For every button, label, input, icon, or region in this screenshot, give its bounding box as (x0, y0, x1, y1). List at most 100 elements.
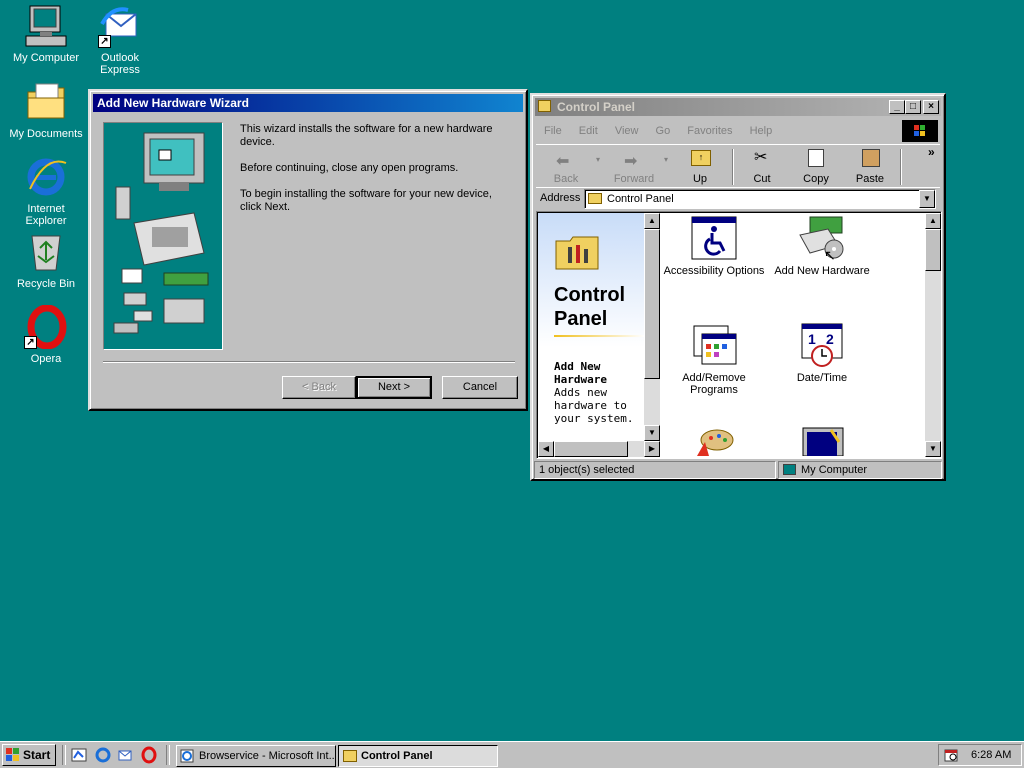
taskbar-item-label: Browservice - Microsoft Int... (199, 750, 336, 762)
taskbar-item-label: Control Panel (361, 750, 433, 762)
menu-favorites[interactable]: Favorites (687, 125, 732, 137)
desktop-icon-recycle-bin[interactable]: Recycle Bin (6, 230, 86, 290)
toolbar-label: Paste (855, 173, 885, 185)
desktop-icon-label: My Computer (12, 52, 80, 64)
desktop: { "desktop": { "icons": [ {"label": "My … (0, 0, 1024, 768)
control-panel-window-icon (538, 100, 551, 112)
taskbar-item-control-panel[interactable]: Control Panel (338, 745, 498, 767)
cp-item-label: Date/Time (796, 372, 848, 384)
up-toolbar-button[interactable]: ↑ Up (674, 145, 726, 189)
info-pane-title: Control Panel (554, 284, 626, 330)
address-field[interactable]: Control Panel ▼ (584, 189, 936, 209)
desktop-icon-my-computer[interactable]: My Computer (6, 4, 86, 64)
cp-item-accessibility-options[interactable]: Accessibility Options (659, 215, 769, 277)
svg-text:1: 1 (808, 331, 816, 347)
cp-item-add-new-hardware[interactable]: ↖ Add New Hardware (767, 215, 877, 277)
back-button[interactable]: < Back (282, 376, 356, 399)
copy-toolbar-button[interactable]: Copy (790, 145, 842, 189)
scroll-thumb[interactable] (925, 229, 941, 271)
info-pane-description: Adds new hardware to your system. (554, 386, 634, 425)
scroll-up-icon[interactable]: ▲ (925, 213, 941, 229)
cp-item-label: Add/Remove Programs (682, 372, 746, 396)
menu-go[interactable]: Go (656, 125, 671, 137)
opera-quicklaunch-icon[interactable] (140, 746, 158, 764)
info-pane-hscrollbar[interactable]: ◀ ▶ (538, 441, 660, 457)
desktop-icon-my-documents[interactable]: My Documents (6, 80, 86, 140)
control-panel-small-icon (343, 750, 357, 762)
control-panel-large-icon (554, 235, 600, 271)
close-button[interactable]: × (923, 100, 939, 114)
system-tray: 6:28 AM (938, 744, 1022, 766)
toolbar-separator (732, 149, 734, 185)
menu-file[interactable]: File (544, 125, 562, 137)
shortcut-arrow-icon: ↗ (98, 35, 111, 48)
cancel-button[interactable]: Cancel (442, 376, 518, 399)
display-icon[interactable] (695, 426, 735, 456)
copy-icon (808, 149, 824, 167)
control-panel-titlebar[interactable]: Control Panel _ □ × (535, 98, 941, 116)
taskbar-item-browservice[interactable]: Browservice - Microsoft Int... (176, 745, 336, 767)
toolbar-label: Up (692, 173, 708, 185)
cp-item-label: Add New Hardware (774, 265, 870, 277)
scroll-up-icon[interactable]: ▲ (644, 213, 660, 229)
scroll-thumb[interactable] (644, 229, 660, 379)
next-button[interactable]: Next > (356, 376, 432, 399)
minimize-button[interactable]: _ (889, 100, 905, 114)
opera-icon: ↗ (24, 304, 68, 350)
show-desktop-icon[interactable] (70, 746, 88, 764)
wizard-title[interactable]: Add New Hardware Wizard (93, 94, 523, 112)
wizard-illustration (103, 122, 223, 350)
toolbar-separator (900, 149, 902, 185)
wizard-text-3: To begin installing the software for you… (240, 188, 492, 213)
outlook-quicklaunch-icon[interactable] (116, 746, 134, 764)
forward-toolbar-button[interactable]: ➡ Forward (608, 145, 660, 189)
scissors-icon: ✂ (754, 149, 768, 166)
info-pane-scrollbar[interactable]: ▲ ▼ (644, 213, 660, 441)
menu-help[interactable]: Help (750, 125, 773, 137)
windows-flag-icon (6, 748, 20, 762)
scroll-thumb[interactable] (554, 441, 628, 457)
info-pane-heading: Add New Hardware (554, 360, 607, 386)
forward-arrow-icon: ➡ (624, 153, 638, 170)
quicklaunch-separator (62, 745, 66, 765)
up-folder-icon: ↑ (691, 150, 711, 166)
tray-scheduler-icon[interactable] (944, 748, 958, 762)
accessibility-icon (690, 215, 738, 261)
address-value: Control Panel (607, 193, 674, 205)
toolbar-more-button[interactable]: » (928, 145, 935, 159)
address-dropdown-icon[interactable]: ▼ (919, 190, 935, 208)
desktop-icon-label: Internet Explorer (25, 203, 67, 227)
status-location: My Computer (801, 464, 868, 476)
control-panel-window: Control Panel _ □ × File Edit View Go Fa… (530, 93, 946, 481)
desktop-icon-label: My Documents (9, 128, 83, 140)
ie-quicklaunch-icon[interactable] (94, 746, 112, 764)
scroll-down-icon[interactable]: ▼ (925, 441, 941, 457)
scroll-left-icon[interactable]: ◀ (538, 441, 554, 457)
desktop-icon-outlook-express[interactable]: ↗ Outlook Express (80, 4, 160, 76)
scroll-down-icon[interactable]: ▼ (644, 425, 660, 441)
content-scrollbar[interactable]: ▲ ▼ (925, 213, 941, 457)
back-arrow-icon: ⬅ (556, 153, 570, 170)
content-area: Control Panel Add New Hardware Adds new … (536, 211, 942, 459)
cp-item-add-remove-programs[interactable]: Add/Remove Programs (659, 322, 769, 396)
desktop-icon-opera[interactable]: ↗ Opera (6, 304, 86, 365)
menu-view[interactable]: View (615, 125, 639, 137)
display-settings-icon[interactable] (801, 426, 845, 457)
menu-edit[interactable]: Edit (579, 125, 598, 137)
wizard-divider (103, 361, 515, 363)
paste-toolbar-button[interactable]: Paste (844, 145, 896, 189)
scroll-right-icon[interactable]: ▶ (644, 441, 660, 457)
maximize-button[interactable]: □ (905, 100, 921, 114)
cp-item-date-time[interactable]: 1 2 Date/Time (767, 322, 877, 384)
back-toolbar-button[interactable]: ⬅ Back (540, 145, 592, 189)
cut-toolbar-button[interactable]: ✂ Cut (736, 145, 788, 189)
start-label: Start (23, 748, 51, 762)
clock[interactable]: 6:28 AM (971, 749, 1011, 761)
back-dropdown-icon[interactable]: ▾ (596, 155, 600, 164)
forward-dropdown-icon[interactable]: ▾ (664, 155, 668, 164)
address-bar: Address Control Panel ▼ (536, 187, 940, 210)
desktop-icon-internet-explorer[interactable]: Internet Explorer (6, 155, 86, 227)
paste-icon (862, 149, 880, 167)
start-button[interactable]: Start (2, 744, 56, 766)
mouse-cursor-icon: ↖ (824, 247, 836, 263)
